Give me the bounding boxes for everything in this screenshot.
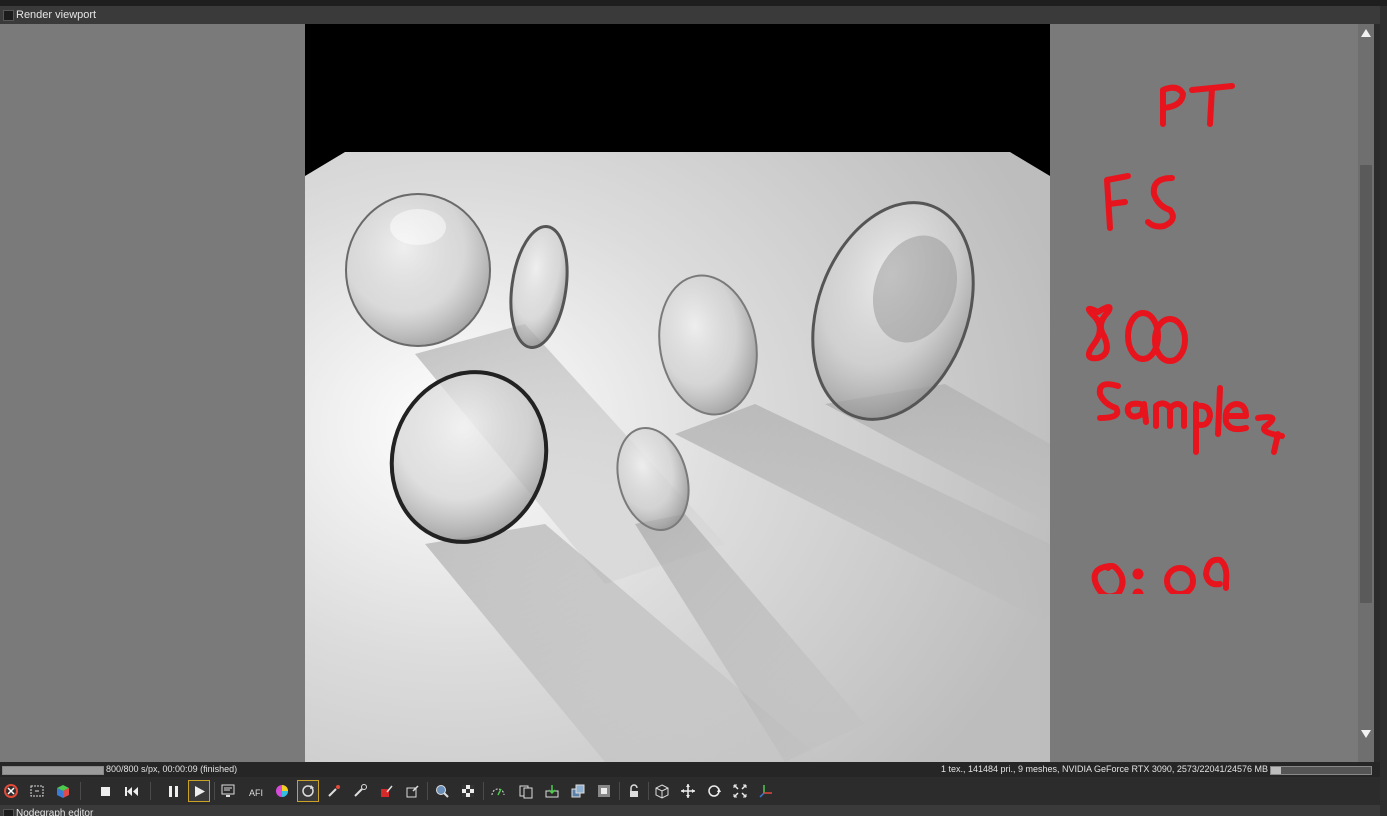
panel-toggle-icon[interactable] bbox=[3, 10, 14, 21]
export-icon[interactable] bbox=[541, 780, 563, 802]
nodegraph-title: Nodegraph editor bbox=[16, 808, 94, 816]
restart-icon[interactable] bbox=[120, 780, 142, 802]
color-wheel-icon[interactable] bbox=[271, 780, 293, 802]
status-bar: 800/800 s/px, 00:00:09 (finished) 1 tex.… bbox=[0, 762, 1380, 777]
refresh-icon[interactable] bbox=[297, 780, 319, 802]
render-viewport-title-bar: Render viewport bbox=[0, 6, 1380, 24]
side-panel-edge bbox=[1380, 6, 1387, 816]
pause-icon[interactable] bbox=[162, 780, 184, 802]
scroll-down-arrow-icon[interactable] bbox=[1361, 730, 1371, 738]
svg-text:AFI: AFI bbox=[249, 788, 263, 798]
picker-icon[interactable] bbox=[323, 780, 345, 802]
scrollbar-thumb[interactable] bbox=[1360, 165, 1372, 603]
panel-toggle-icon[interactable] bbox=[3, 809, 14, 816]
material-picker-icon[interactable] bbox=[375, 780, 397, 802]
zoom-icon[interactable] bbox=[431, 780, 453, 802]
render-status-text: 800/800 s/px, 00:00:09 (finished) bbox=[106, 764, 238, 774]
scroll-up-arrow-icon[interactable] bbox=[1361, 29, 1371, 37]
focus-picker-icon[interactable] bbox=[349, 780, 371, 802]
checker-icon[interactable] bbox=[457, 780, 479, 802]
rotate-icon[interactable] bbox=[703, 780, 725, 802]
box-icon[interactable] bbox=[651, 780, 673, 802]
copy-icon[interactable] bbox=[515, 780, 537, 802]
layers-icon[interactable] bbox=[567, 780, 589, 802]
scene-stats-text: 1 tex., 141484 pri., 9 meshes, NVIDIA Ge… bbox=[940, 764, 1268, 774]
axis-icon[interactable] bbox=[755, 780, 777, 802]
render-viewport[interactable] bbox=[0, 24, 1358, 762]
afi-icon[interactable]: AFI bbox=[245, 780, 267, 802]
memory-usage-bar bbox=[1270, 766, 1372, 775]
recycle-icon[interactable] bbox=[0, 780, 22, 802]
play-icon[interactable] bbox=[188, 780, 210, 802]
reset-camera-icon[interactable] bbox=[26, 780, 48, 802]
move-icon[interactable] bbox=[677, 780, 699, 802]
fit-icon[interactable] bbox=[729, 780, 751, 802]
stop-icon[interactable] bbox=[94, 780, 116, 802]
render-progress-bar bbox=[2, 766, 104, 775]
nodegraph-editor-title-bar: Nodegraph editor bbox=[0, 805, 1380, 816]
render-toolbar: AFI bbox=[0, 777, 1380, 805]
gauge-icon[interactable] bbox=[487, 780, 509, 802]
render-image bbox=[305, 24, 1050, 762]
render-region-icon[interactable] bbox=[593, 780, 615, 802]
object-picker-icon[interactable] bbox=[401, 780, 423, 802]
cube-color-icon[interactable] bbox=[52, 780, 74, 802]
handwritten-annotations bbox=[1085, 83, 1285, 594]
display-icon[interactable] bbox=[217, 780, 239, 802]
panel-title: Render viewport bbox=[16, 9, 97, 21]
lock-icon[interactable] bbox=[623, 780, 645, 802]
